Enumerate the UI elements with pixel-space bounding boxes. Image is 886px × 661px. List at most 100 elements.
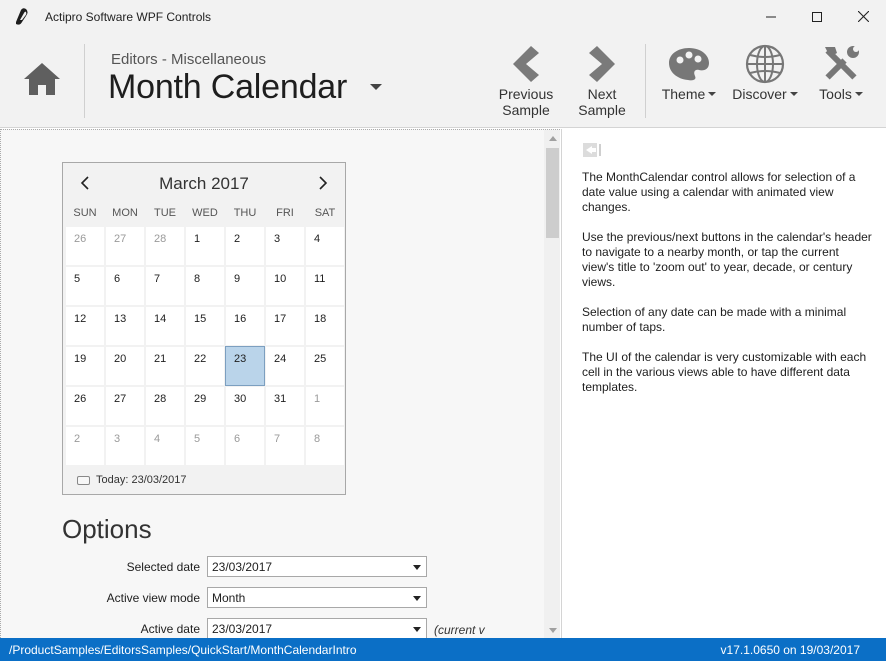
active-date-combo[interactable]: 23/03/2017	[207, 618, 427, 638]
calendar-day[interactable]: 31	[265, 386, 305, 426]
month-calendar: March 2017 SUN MON TUE WED THU FRI SAT 26 27 28 1…	[62, 162, 346, 495]
vertical-scrollbar[interactable]	[544, 130, 560, 638]
calendar-day[interactable]: 22	[185, 346, 225, 386]
calendar-day[interactable]: 16	[225, 306, 265, 346]
title-dropdown-icon[interactable]	[370, 84, 382, 90]
window-title: Actipro Software WPF Controls	[45, 10, 212, 24]
calendar-day[interactable]: 25	[305, 346, 345, 386]
active-view-mode-combo[interactable]: Month	[207, 587, 427, 608]
calendar-month-title[interactable]: March 2017	[63, 174, 345, 194]
close-icon	[857, 11, 869, 22]
calendar-day[interactable]: 1	[305, 386, 345, 426]
tools-caret-icon	[854, 92, 863, 96]
calendar-day[interactable]: 28	[145, 226, 185, 266]
calendar-day[interactable]: 5	[65, 266, 105, 306]
day-of-week-label: THU	[233, 207, 257, 219]
version-info: v17.1.0650 on 19/03/2017	[720, 643, 860, 657]
options-title: Options	[62, 514, 152, 544]
calendar-day[interactable]: 27	[105, 386, 145, 426]
discover-button[interactable]: Discover	[729, 42, 801, 122]
active-date-note: (current v	[434, 623, 485, 637]
description-paragraph: Selection of any date can be made with a…	[582, 305, 847, 334]
minimize-button[interactable]	[748, 0, 794, 33]
description-paragraph: The UI of the calendar is very customiza…	[582, 350, 867, 394]
calendar-day[interactable]: 6	[105, 266, 145, 306]
minimize-icon	[766, 16, 776, 17]
header: Editors - Miscellaneous Month Calendar P…	[0, 34, 886, 128]
calendar-day[interactable]: 8	[185, 266, 225, 306]
dropdown-arrow-icon	[413, 565, 421, 570]
theme-button[interactable]: Theme	[658, 42, 720, 122]
today-button[interactable]: Today: 23/03/2017	[63, 466, 345, 494]
calendar-day[interactable]: 1	[185, 226, 225, 266]
previous-sample-button[interactable]: Previous Sample	[494, 42, 558, 122]
tools-button[interactable]: Tools	[812, 42, 870, 122]
description-paragraph: Use the previous/next buttons in the cal…	[582, 230, 872, 289]
maximize-icon	[812, 11, 822, 22]
close-button[interactable]	[840, 0, 886, 33]
calendar-day[interactable]: 26	[65, 226, 105, 266]
dropdown-arrow-icon	[413, 627, 421, 632]
calendar-day[interactable]: 27	[105, 226, 145, 266]
calendar-day[interactable]: 3	[265, 226, 305, 266]
page-title[interactable]: Month Calendar	[108, 68, 347, 107]
selected-date-combo[interactable]: 23/03/2017	[207, 556, 427, 577]
calendar-day[interactable]: 2	[225, 226, 265, 266]
previous-sample-label: Previous Sample	[498, 86, 554, 118]
calendar-day[interactable]: 20	[105, 346, 145, 386]
collapse-panel-icon[interactable]	[583, 143, 603, 157]
calendar-day[interactable]: 7	[145, 266, 185, 306]
calendar-day[interactable]: 8	[305, 426, 345, 466]
calendar-day[interactable]: 13	[105, 306, 145, 346]
day-of-week-label: TUE	[154, 207, 176, 219]
active-view-mode-label: Active view mode	[106, 591, 200, 605]
sample-path: /ProductSamples/EditorsSamples/QuickStar…	[9, 643, 357, 657]
calendar-day[interactable]: 30	[225, 386, 265, 426]
calendar-day[interactable]: 3	[105, 426, 145, 466]
calendar-day[interactable]: 6	[225, 426, 265, 466]
home-button[interactable]	[14, 54, 70, 104]
chevron-left-icon	[513, 46, 539, 82]
calendar-day[interactable]: 10	[265, 266, 305, 306]
selected-date-label: Selected date	[126, 560, 200, 574]
home-icon	[24, 63, 60, 95]
calendar-day-selected[interactable]: 23	[225, 346, 265, 386]
actipro-logo-icon	[16, 8, 28, 25]
scroll-down-button[interactable]	[544, 622, 560, 638]
calendar-day[interactable]: 4	[145, 426, 185, 466]
header-separator	[84, 44, 85, 118]
calendar-day[interactable]: 2	[65, 426, 105, 466]
next-sample-button[interactable]: Next Sample	[572, 42, 632, 122]
calendar-header: March 2017	[63, 163, 345, 203]
day-of-week-label: FRI	[276, 207, 294, 219]
day-of-week-label: SAT	[314, 207, 336, 219]
description-paragraph: The MonthCalendar control allows for sel…	[582, 170, 856, 214]
maximize-button[interactable]	[794, 0, 840, 33]
calendar-next-button[interactable]	[313, 171, 333, 195]
scroll-up-button[interactable]	[544, 130, 560, 147]
theme-caret-icon	[708, 92, 717, 96]
calendar-day[interactable]: 14	[145, 306, 185, 346]
calendar-day[interactable]: 18	[305, 306, 345, 346]
calendar-day[interactable]: 19	[65, 346, 105, 386]
description-panel: The MonthCalendar control allows for sel…	[561, 129, 886, 638]
calendar-day[interactable]: 21	[145, 346, 185, 386]
calendar-day[interactable]: 28	[145, 386, 185, 426]
calendar-day[interactable]: 29	[185, 386, 225, 426]
calendar-day[interactable]: 11	[305, 266, 345, 306]
calendar-day[interactable]: 24	[265, 346, 305, 386]
scroll-up-icon	[548, 136, 557, 141]
calendar-day[interactable]: 7	[265, 426, 305, 466]
calendar-day-grid: 26 27 28 1 2 3 4 5 6 7 8 9 10 11 12 13 14 15 16 17 18 19 20 21 2…	[65, 226, 345, 466]
tools-icon	[825, 46, 859, 80]
calendar-day[interactable]: 15	[185, 306, 225, 346]
active-date-label: Active date	[140, 622, 200, 636]
calendar-day[interactable]: 4	[305, 226, 345, 266]
scroll-thumb[interactable]	[546, 148, 559, 238]
day-of-week-label: WED	[192, 207, 218, 219]
calendar-day[interactable]: 26	[65, 386, 105, 426]
calendar-day[interactable]: 12	[65, 306, 105, 346]
calendar-day[interactable]: 9	[225, 266, 265, 306]
calendar-day[interactable]: 17	[265, 306, 305, 346]
calendar-day[interactable]: 5	[185, 426, 225, 466]
